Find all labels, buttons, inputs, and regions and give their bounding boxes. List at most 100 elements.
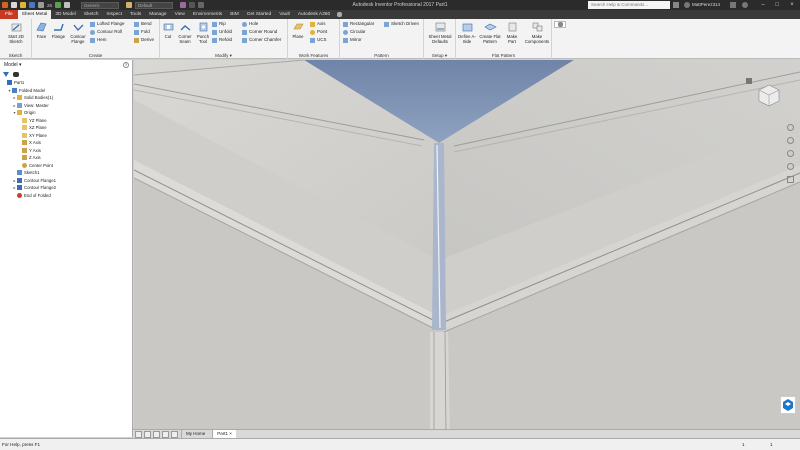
tree-item[interactable]: ▾ Folded Model — [2, 87, 132, 95]
pan-icon[interactable] — [787, 137, 794, 144]
maximize-icon[interactable]: □ — [770, 0, 784, 10]
tab-a360[interactable]: Autodesk A360 — [294, 10, 334, 19]
tree-item[interactable]: ▸ View: Master — [2, 102, 132, 110]
viewport-canvas[interactable] — [134, 60, 800, 437]
tree-item[interactable]: Z Axis — [2, 154, 132, 162]
tree-item[interactable]: Y Axis — [2, 147, 132, 155]
tile-icon[interactable] — [135, 430, 142, 438]
contour-flange-button[interactable]: Contour Flange — [68, 21, 88, 44]
cut-button[interactable]: Cut — [161, 21, 175, 39]
refold-button[interactable]: Refold — [212, 37, 232, 43]
tree-item[interactable]: ▸ Solid Bodies(1) — [2, 94, 132, 102]
browser-dropdown-icon[interactable]: ▾ — [19, 62, 22, 68]
point-button[interactable]: Point — [310, 29, 327, 35]
define-a-side-button[interactable]: Define A-Side — [457, 21, 477, 44]
cart-icon[interactable] — [730, 2, 736, 8]
sheet-metal-defaults-button[interactable]: Sheet Metal Defaults — [425, 21, 455, 44]
create-flat-pattern-button[interactable]: Create Flat Pattern — [478, 21, 502, 44]
corner-chamfer-button[interactable]: Corner Chamfer — [242, 37, 281, 43]
a360-badge[interactable] — [780, 396, 796, 414]
menu-icon[interactable] — [171, 430, 178, 438]
open-icon[interactable] — [20, 2, 26, 8]
cascade-icon[interactable] — [144, 430, 151, 438]
app-logo-icon[interactable] — [2, 2, 8, 8]
tree-item[interactable]: YZ Plane — [2, 117, 132, 125]
look-at-icon[interactable] — [787, 176, 794, 183]
tree-item[interactable]: Part1 — [2, 79, 132, 87]
home-view-icon[interactable] — [746, 78, 752, 84]
binoculars-icon[interactable] — [673, 2, 679, 8]
tree-item[interactable]: Center Point — [2, 162, 132, 170]
punch-tool-button[interactable]: Punch Tool — [195, 21, 211, 44]
setup-panel-label[interactable]: Setup ▾ — [424, 53, 455, 59]
tab-extra[interactable] — [334, 10, 345, 19]
tree-item[interactable]: ▾ Origin — [2, 109, 132, 117]
sketch-driven-button[interactable]: Sketch Driven — [384, 21, 419, 27]
orbit-icon[interactable] — [787, 163, 794, 170]
graphics-viewport[interactable] — [134, 60, 800, 437]
select-icon[interactable] — [64, 2, 71, 8]
filter-icon[interactable] — [3, 72, 9, 77]
tree-item[interactable]: Sketch1 — [2, 169, 132, 177]
fold-button[interactable]: Fold — [134, 29, 150, 35]
corner-seam-button[interactable]: Corner Seam — [176, 21, 194, 44]
viewcube[interactable] — [756, 82, 782, 108]
update-icon[interactable] — [55, 2, 62, 8]
derive-button[interactable]: Derive — [134, 37, 154, 43]
save-icon[interactable] — [29, 2, 35, 8]
tab-my-home[interactable]: My Home — [181, 430, 209, 438]
ucs-button[interactable]: UCS — [310, 37, 327, 43]
tab-get-started[interactable]: Get Started — [243, 10, 276, 19]
tab-3d-model[interactable]: 3D Model — [51, 10, 80, 19]
circular-button[interactable]: Circular — [343, 29, 366, 35]
tree-item[interactable]: End of Folded — [2, 192, 132, 200]
tab-inspect[interactable]: Inspect — [103, 10, 126, 19]
material-select[interactable]: Generic — [81, 1, 120, 9]
make-part-button[interactable]: Make Part — [503, 21, 521, 44]
tab-sheet-metal[interactable]: Sheet Metal — [17, 10, 52, 19]
tab-file[interactable]: File — [0, 10, 18, 19]
mirror-button[interactable]: Mirror — [343, 37, 362, 43]
tree-item[interactable]: XY Plane — [2, 132, 132, 140]
face-button[interactable]: Face — [34, 21, 49, 39]
tree-item[interactable]: XZ Plane — [2, 124, 132, 132]
user-name[interactable]: MattPerez314 — [692, 0, 720, 10]
undo-icon[interactable] — [38, 2, 44, 8]
tab-vault[interactable]: Vault — [275, 10, 294, 19]
appearance-select[interactable]: Default — [135, 1, 174, 9]
search-input[interactable]: Search Help & Commands... — [588, 1, 670, 9]
browser-help-icon[interactable]: ? — [123, 62, 129, 68]
browser-title[interactable]: Model — [4, 62, 18, 68]
tab-tools[interactable]: Tools — [126, 10, 145, 19]
close-icon[interactable]: × — [785, 0, 799, 10]
rip-button[interactable]: Rip — [212, 21, 226, 27]
rectangular-button[interactable]: Rectangular — [343, 21, 374, 27]
bend-button[interactable]: Bend — [134, 21, 152, 27]
account-icon[interactable] — [684, 2, 690, 8]
tab-view[interactable]: View — [171, 10, 189, 19]
tab-sketch[interactable]: Sketch — [80, 10, 103, 19]
start-sketch-button[interactable]: Start 2D Sketch — [1, 21, 31, 44]
minimize-icon[interactable]: – — [756, 0, 770, 10]
fx-icon[interactable] — [189, 2, 196, 8]
zoom-icon[interactable] — [787, 150, 794, 157]
window-list-icon[interactable] — [162, 430, 169, 438]
tree-item[interactable]: X Axis — [2, 139, 132, 147]
tree-item[interactable]: ▸ Contour Flange1 — [2, 177, 132, 185]
new-icon[interactable] — [11, 2, 17, 8]
make-components-button[interactable]: Make Components — [522, 21, 552, 44]
hole-button[interactable]: Hole — [242, 21, 258, 27]
tab-environments[interactable]: Environments — [189, 10, 226, 19]
flange-button[interactable]: Flange — [50, 21, 67, 39]
axis-button[interactable]: Axis — [310, 21, 326, 27]
tree-item[interactable]: ▸ Contour Flange2 — [2, 184, 132, 192]
ribbon-options-button[interactable] — [554, 21, 566, 28]
full-navigation-wheel-icon[interactable] — [787, 124, 794, 131]
corner-round-button[interactable]: Corner Round — [242, 29, 277, 35]
contour-roll-button[interactable]: Contour Roll — [90, 29, 122, 35]
tab-part1[interactable]: Part1 × — [212, 430, 236, 438]
plane-button[interactable]: Plane — [289, 21, 307, 39]
arrange-icon[interactable] — [153, 430, 160, 438]
tab-close-icon[interactable]: × — [229, 431, 232, 436]
help-icon[interactable] — [742, 2, 748, 8]
